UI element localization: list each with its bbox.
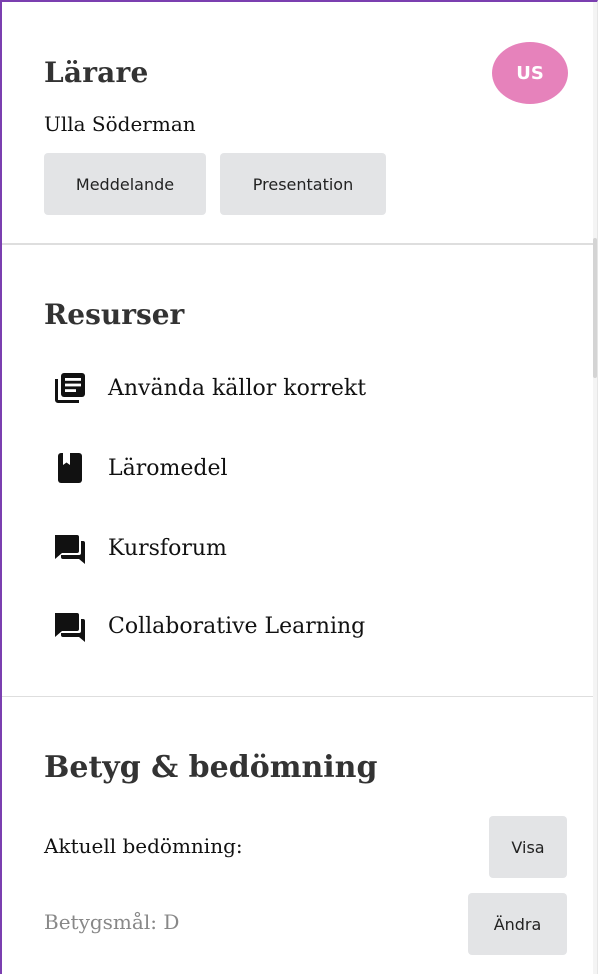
resource-item-sources[interactable]: Använda källor korrekt [52,370,572,406]
grade-goal-label: Betygsmål: D [44,910,180,934]
message-button[interactable]: Meddelande [44,153,206,215]
change-goal-button[interactable]: Ändra [468,893,567,955]
resource-label: Använda källor korrekt [108,375,367,401]
divider [2,696,594,697]
resource-item-textbook[interactable]: Läromedel [52,450,572,486]
resource-label: Kursforum [108,535,227,561]
forum-icon [52,608,92,644]
resource-item-course-forum[interactable]: Kursforum [52,530,572,566]
teacher-heading: Lärare [44,56,149,89]
resource-label: Läromedel [108,455,228,481]
scrollbar[interactable] [593,2,597,974]
show-assessment-button[interactable]: Visa [489,816,567,878]
teacher-section: Lärare Ulla Söderman US Meddelande Prese… [2,2,594,242]
presentation-button[interactable]: Presentation [220,153,386,215]
avatar[interactable]: US [492,42,568,104]
book-icon [52,450,92,486]
divider [2,243,594,245]
forum-icon [52,530,92,566]
article-icon [52,370,92,406]
scrollbar-thumb[interactable] [593,238,597,378]
resources-heading: Resurser [44,298,185,331]
current-assessment-label: Aktuell bedömning: [44,834,243,858]
sidebar-panel: Lärare Ulla Söderman US Meddelande Prese… [0,0,598,974]
resource-item-collaborative-learning[interactable]: Collaborative Learning [52,608,572,644]
grades-heading: Betyg & bedömning [44,750,378,785]
resource-label: Collaborative Learning [108,613,366,639]
teacher-name: Ulla Söderman [44,112,196,136]
